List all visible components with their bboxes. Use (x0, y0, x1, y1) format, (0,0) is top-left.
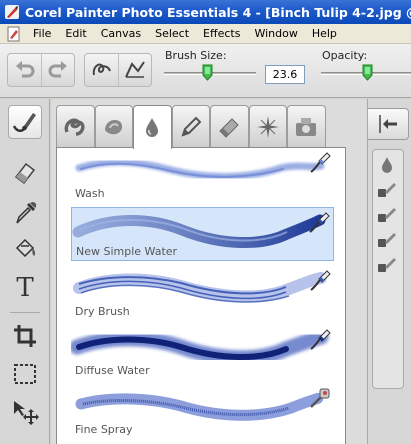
variant-label: Fine Spray (75, 423, 133, 436)
water-drop-tool[interactable] (376, 154, 398, 176)
stroke-mode-group (84, 53, 152, 87)
text-tool[interactable]: T (8, 271, 42, 305)
water-drop-icon (146, 117, 159, 137)
brush-size-slider-thumb[interactable] (202, 64, 213, 81)
brush-library-panel: Wash New Simple Water Dry Brush Diffuse … (51, 99, 367, 444)
panel-brush-4[interactable] (376, 254, 398, 276)
wash-brush-icon (310, 152, 331, 173)
app-icon (5, 5, 19, 19)
redo-button[interactable] (41, 54, 74, 86)
brush-category-tabs (56, 105, 366, 149)
crop-icon (14, 325, 36, 347)
eraser-icon (14, 162, 36, 185)
brush-size-label: Brush Size: (165, 49, 227, 62)
marquee-icon (14, 364, 36, 384)
menu-select[interactable]: Select (148, 27, 196, 40)
tab-photo[interactable] (287, 105, 326, 147)
menu-bar: File Edit Canvas Select Effects Window H… (0, 24, 411, 44)
undo-button[interactable] (8, 54, 41, 86)
brush-variant-list: Wash New Simple Water Dry Brush Diffuse … (56, 147, 346, 444)
title-bar: Corel Painter Photo Essentials 4 - [Binc… (0, 0, 411, 24)
freehand-icon (92, 63, 111, 76)
variant-wash[interactable]: Wash (71, 148, 334, 202)
straight-line-stroke-button[interactable] (118, 54, 151, 86)
collapse-panel-button[interactable] (368, 108, 409, 140)
variant-label: Dry Brush (75, 305, 130, 318)
tab-watercolor[interactable] (133, 105, 172, 149)
tab-blenders[interactable] (94, 105, 133, 147)
straight-line-icon (125, 61, 145, 78)
brush-icon (378, 183, 396, 197)
water-drop-icon (382, 157, 392, 173)
variant-fine-spray[interactable]: Fine Spray (71, 384, 334, 438)
right-panel (367, 99, 411, 444)
document-icon[interactable] (6, 26, 22, 42)
brush-icon (378, 258, 396, 272)
tab-chalk[interactable] (210, 105, 249, 147)
tab-cloners[interactable] (56, 105, 95, 147)
variant-dry-brush[interactable]: Dry Brush (71, 266, 334, 320)
paint-bucket-icon (15, 238, 36, 258)
dropper-icon (16, 202, 37, 224)
diffuse-water-brush-icon (310, 329, 331, 350)
smudge-icon (104, 119, 122, 134)
menu-effects[interactable]: Effects (196, 27, 247, 40)
toolbox: T (0, 99, 50, 444)
crop-tool[interactable] (8, 319, 42, 353)
menu-canvas[interactable]: Canvas (94, 27, 148, 40)
brush-icon (378, 233, 396, 247)
variant-label: Wash (75, 187, 105, 200)
panel-brush-3[interactable] (376, 229, 398, 251)
dropper-tool[interactable] (8, 196, 42, 230)
brush-icon (378, 208, 396, 222)
menu-window[interactable]: Window (247, 27, 304, 40)
window-title: Corel Painter Photo Essentials 4 - [Binc… (25, 4, 411, 20)
variant-new-simple-water[interactable]: New Simple Water (71, 207, 334, 261)
stroke-preview (75, 158, 325, 181)
redo-icon (48, 61, 67, 78)
photo-icon (296, 117, 317, 136)
brush-size-field[interactable]: 23.6 (265, 65, 305, 84)
opacity-label: Opacity: (322, 49, 368, 62)
marquee-tool[interactable] (8, 357, 42, 391)
transform-icon (14, 401, 39, 425)
brush-icon (12, 113, 36, 132)
toolbox-divider (10, 312, 40, 313)
cloner-icon (64, 118, 85, 136)
variant-label: Diffuse Water (75, 364, 150, 377)
collapse-arrow-icon (379, 115, 397, 133)
dry-brush-icon (310, 270, 331, 291)
paint-bucket-tool[interactable] (8, 233, 42, 267)
simple-water-brush-icon (309, 212, 330, 233)
text-icon: T (16, 273, 34, 303)
tab-pencils[interactable] (171, 105, 210, 147)
eraser-tool[interactable] (8, 156, 42, 190)
undo-redo-group (7, 53, 75, 87)
menu-edit[interactable]: Edit (58, 27, 93, 40)
brush-tool[interactable] (8, 105, 42, 139)
menu-help[interactable]: Help (305, 27, 344, 40)
transform-tool[interactable] (8, 395, 42, 429)
variant-label: New Simple Water (76, 245, 178, 258)
pencil-icon (181, 116, 202, 137)
undo-icon (15, 61, 34, 78)
sparkle-icon (256, 115, 279, 138)
variant-diffuse-water[interactable]: Diffuse Water (71, 325, 334, 379)
opacity-slider-thumb[interactable] (362, 64, 373, 81)
panel-brush-2[interactable] (376, 204, 398, 226)
panel-brush-1[interactable] (376, 179, 398, 201)
property-bar: Brush Size: 23.6 Opacity: (0, 44, 411, 98)
chalk-icon (219, 117, 239, 138)
tab-effects[interactable] (248, 105, 287, 147)
menu-file[interactable]: File (26, 27, 58, 40)
freehand-stroke-button[interactable] (85, 54, 118, 86)
airbrush-icon (310, 388, 330, 408)
